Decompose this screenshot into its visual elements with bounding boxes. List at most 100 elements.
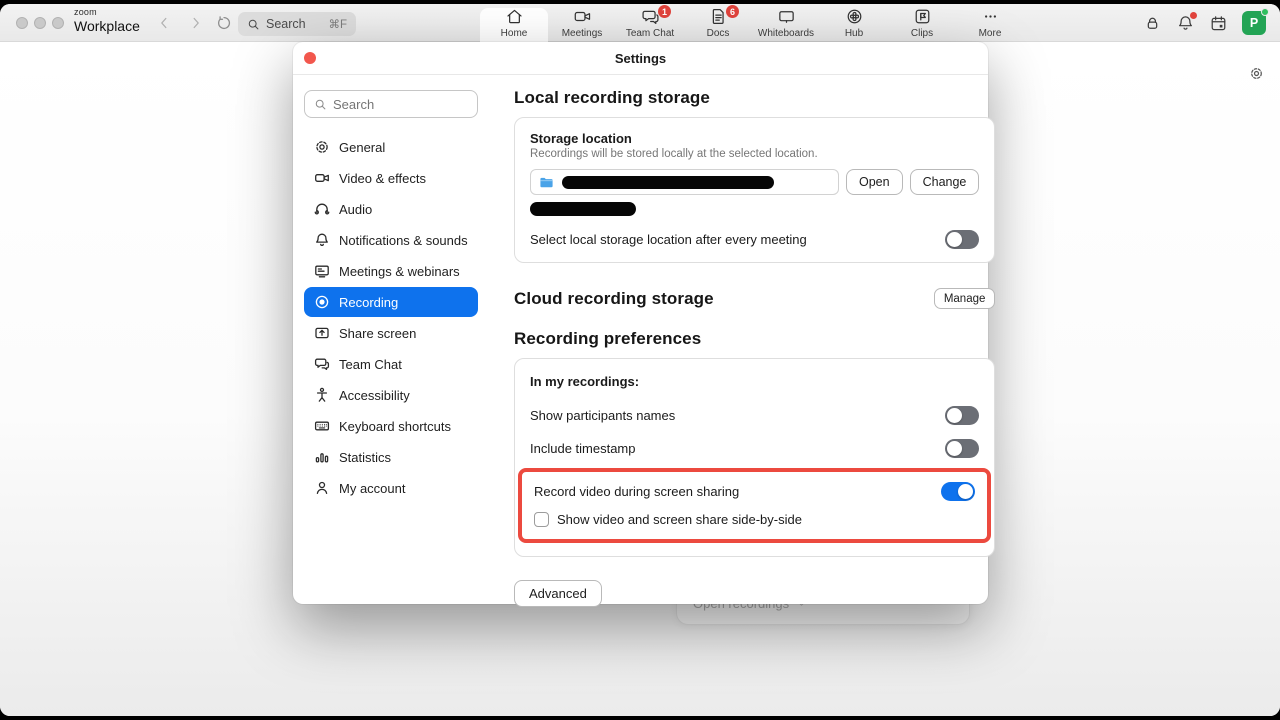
tab-more[interactable]: More xyxy=(956,4,1024,42)
avatar[interactable]: P xyxy=(1242,11,1266,35)
sidebar-item-label: Keyboard shortcuts xyxy=(339,419,451,434)
redacted-storage-path xyxy=(562,176,774,189)
include-timestamp-toggle[interactable] xyxy=(945,439,979,458)
tab-home[interactable]: Home xyxy=(480,8,548,42)
sidebar-item-accessibility[interactable]: Accessibility xyxy=(304,380,478,410)
sidebar-item-label: Video & effects xyxy=(339,171,426,186)
sidebar-item-label: Recording xyxy=(339,295,398,310)
tab-hub[interactable]: Hub xyxy=(820,4,888,42)
tab-meetings[interactable]: Meetings xyxy=(548,4,616,42)
share-screen-icon xyxy=(314,325,330,341)
chevron-right-icon xyxy=(188,15,204,31)
docs-badge: 6 xyxy=(726,5,739,18)
change-button[interactable]: Change xyxy=(910,169,980,195)
sidebar-item-audio[interactable]: Audio xyxy=(304,194,478,224)
sidebar-item-label: Audio xyxy=(339,202,372,217)
storage-location-title: Storage location xyxy=(530,131,979,146)
sidebar-item-statistics[interactable]: Statistics xyxy=(304,442,478,472)
dialog-body: General Video & effects Audio Notificati… xyxy=(293,75,988,604)
record-video-screen-sharing-label: Record video during screen sharing xyxy=(534,484,739,499)
settings-search-input[interactable] xyxy=(333,97,453,112)
sidebar-item-video-effects[interactable]: Video & effects xyxy=(304,163,478,193)
clips-icon xyxy=(913,7,932,26)
close-window-button[interactable] xyxy=(16,17,28,29)
local-recording-heading: Local recording storage xyxy=(514,88,995,108)
gear-icon xyxy=(1249,66,1264,81)
history-button[interactable] xyxy=(216,15,232,31)
notifications-button[interactable] xyxy=(1176,14,1195,33)
highlight-box: Record video during screen sharing Show … xyxy=(518,468,991,543)
sidebar-item-label: Share screen xyxy=(339,326,416,341)
tab-docs[interactable]: Docs 6 xyxy=(684,4,752,42)
settings-dialog: Settings General Video & effects xyxy=(293,42,988,604)
manage-button[interactable]: Manage xyxy=(934,288,996,309)
history-icon xyxy=(216,15,232,31)
tab-label: Meetings xyxy=(562,28,603,39)
side-by-side-checkbox[interactable] xyxy=(534,512,549,527)
sidebar-item-my-account[interactable]: My account xyxy=(304,473,478,503)
tab-label: Hub xyxy=(845,28,863,39)
sidebar-item-meetings-webinars[interactable]: Meetings & webinars xyxy=(304,256,478,286)
sidebar-item-label: Team Chat xyxy=(339,357,402,372)
cloud-recording-heading: Cloud recording storage xyxy=(514,289,714,309)
in-my-recordings-label: In my recordings: xyxy=(530,374,979,389)
sidebar-item-recording[interactable]: Recording xyxy=(304,287,478,317)
calendar-icon xyxy=(1209,14,1228,33)
advanced-button[interactable]: Advanced xyxy=(514,580,602,607)
sidebar-item-label: Notifications & sounds xyxy=(339,233,468,248)
app-logo: zoom Workplace xyxy=(74,8,140,33)
search-icon xyxy=(314,98,327,111)
connect-device-button[interactable] xyxy=(1143,14,1162,33)
monitor-icon xyxy=(314,263,330,279)
tab-label: Clips xyxy=(911,28,933,39)
recording-preferences-card: In my recordings: Show participants name… xyxy=(514,358,995,557)
sidebar-item-general[interactable]: General xyxy=(304,132,478,162)
sidebar-item-label: My account xyxy=(339,481,405,496)
tab-clips[interactable]: Clips xyxy=(888,4,956,42)
redacted-storage-info xyxy=(530,202,636,216)
back-button[interactable] xyxy=(156,15,172,31)
sidebar-item-label: Statistics xyxy=(339,450,391,465)
zoom-window-button[interactable] xyxy=(52,17,64,29)
gear-icon xyxy=(314,139,330,155)
bar-chart-icon xyxy=(314,449,330,465)
chat-bubbles-icon xyxy=(314,356,330,372)
home-settings-button[interactable] xyxy=(1249,66,1264,81)
tab-whiteboards[interactable]: Whiteboards xyxy=(752,4,820,42)
show-participants-names-toggle[interactable] xyxy=(945,406,979,425)
settings-search[interactable] xyxy=(304,90,478,118)
dialog-title: Settings xyxy=(615,51,666,66)
settings-main-pane: Local recording storage Storage location… xyxy=(504,75,1016,604)
hub-icon xyxy=(845,7,864,26)
minimize-window-button[interactable] xyxy=(34,17,46,29)
tab-label: Home xyxy=(501,28,528,39)
sidebar-item-keyboard-shortcuts[interactable]: Keyboard shortcuts xyxy=(304,411,478,441)
video-camera-icon xyxy=(573,7,592,26)
titlebar-right: P xyxy=(1143,4,1266,42)
main-tabs: Home Meetings Team Chat 1 Docs xyxy=(480,4,1024,42)
accessibility-icon xyxy=(314,387,330,403)
forward-button[interactable] xyxy=(188,15,204,31)
search-shortcut: ⌘F xyxy=(328,17,347,31)
more-dots-icon xyxy=(981,7,1000,26)
sidebar-item-notifications[interactable]: Notifications & sounds xyxy=(304,225,478,255)
app-logo-top: zoom xyxy=(74,8,140,17)
chat-bubble-icon xyxy=(641,7,660,26)
dialog-close-button[interactable] xyxy=(304,52,316,64)
global-search[interactable]: Search ⌘F xyxy=(238,12,356,36)
cloud-recording-row: Cloud recording storage Manage xyxy=(514,288,995,309)
tab-team-chat[interactable]: Team Chat 1 xyxy=(616,4,684,42)
tab-label: Team Chat xyxy=(626,28,674,39)
record-icon xyxy=(314,294,330,310)
select-location-label: Select local storage location after ever… xyxy=(530,232,807,247)
storage-path-field xyxy=(530,169,839,195)
sidebar-item-share-screen[interactable]: Share screen xyxy=(304,318,478,348)
select-location-toggle[interactable] xyxy=(945,230,979,249)
open-button[interactable]: Open xyxy=(846,169,903,195)
sidebar-item-team-chat[interactable]: Team Chat xyxy=(304,349,478,379)
calendar-button[interactable] xyxy=(1209,14,1228,33)
include-timestamp-label: Include timestamp xyxy=(530,441,636,456)
record-video-screen-sharing-row: Record video during screen sharing xyxy=(534,476,975,506)
record-video-screen-sharing-toggle[interactable] xyxy=(941,482,975,501)
home-icon xyxy=(505,7,524,26)
